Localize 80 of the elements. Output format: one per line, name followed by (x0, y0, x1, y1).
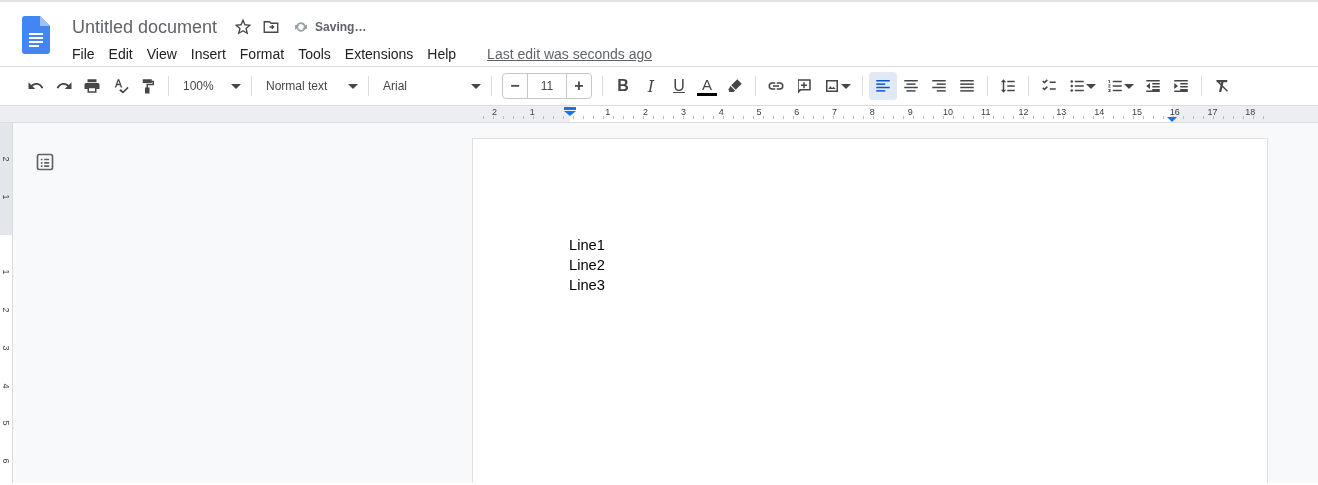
bold-button[interactable]: B (609, 72, 637, 100)
document-logo-icon (22, 16, 50, 54)
line-spacing-icon (999, 77, 1017, 95)
document-title[interactable]: Untitled document (72, 16, 218, 38)
ruler-number: 8 (868, 106, 876, 117)
ruler-number: 1 (528, 106, 536, 117)
ruler-number: 4 (717, 106, 725, 117)
ruler-number: 2 (642, 106, 650, 117)
ruler-number: 16 (1168, 106, 1181, 117)
outline-list-icon (35, 152, 55, 172)
ruler-number: 2 (1, 307, 11, 313)
ruler-number: 6 (1, 458, 11, 464)
star-icon (234, 18, 253, 36)
menu-item[interactable]: Help (427, 46, 464, 62)
zoom-dropdown[interactable]: 100% (175, 72, 245, 100)
menu-item[interactable]: Edit (108, 46, 140, 62)
indent-marker-icon[interactable] (564, 107, 576, 116)
clear-formatting-icon (1213, 77, 1231, 95)
ruler-number: 5 (1, 420, 11, 426)
align-left-button[interactable] (869, 72, 897, 100)
ruler-number: 1 (1, 269, 11, 275)
italic-button[interactable]: I (637, 72, 665, 100)
ruler-number: 4 (1, 383, 11, 389)
align-center-icon (902, 77, 920, 95)
ruler-number: 5 (755, 106, 763, 117)
ruler-number: 18 (1244, 106, 1257, 117)
align-right-icon (930, 77, 948, 95)
underline-button[interactable]: U (665, 72, 693, 100)
menu-item[interactable]: Extensions (344, 46, 421, 62)
caret-icon (348, 81, 358, 91)
marker-pen-icon (726, 77, 744, 95)
sync-icon (293, 19, 310, 35)
folder-arrow-icon (262, 18, 281, 36)
printer-icon (83, 77, 101, 95)
ruler-number: 1 (1, 194, 11, 200)
ruler-number: 2 (1, 156, 11, 162)
text-line: Line1 (569, 236, 606, 255)
caret-icon (231, 81, 241, 91)
caret-icon (1124, 81, 1134, 91)
style-dropdown[interactable]: Normal text (258, 72, 362, 100)
font-dropdown[interactable]: Arial (375, 72, 485, 100)
increase-indent-icon (1172, 77, 1190, 95)
menu-item[interactable]: View (146, 46, 184, 62)
ruler-number: 14 (1093, 106, 1106, 117)
add-comment-icon (795, 77, 813, 95)
menu-item[interactable]: Insert (190, 46, 233, 62)
caret-icon (841, 81, 851, 91)
text-line: Line2 (569, 256, 606, 275)
numbered-list-icon (1106, 77, 1124, 95)
ruler-number: 13 (1055, 106, 1068, 117)
text-color-button[interactable]: A (693, 72, 721, 100)
ruler-number: 17 (1206, 106, 1219, 117)
font-size-field[interactable]: 11 (527, 74, 567, 98)
text-line: Line3 (569, 276, 606, 295)
ruler-number: 15 (1130, 106, 1143, 117)
ruler-number: 3 (1, 345, 11, 351)
ruler-number: 10 (941, 106, 954, 117)
decrease-size-button[interactable]: − (503, 74, 527, 98)
bullet-list-icon (1068, 77, 1086, 95)
ruler-number: 7 (831, 106, 839, 117)
ruler-number: 2 (490, 106, 498, 117)
image-icon (823, 77, 841, 95)
save-status: Saving… (315, 20, 367, 34)
ruler-number: 12 (1017, 106, 1030, 117)
ruler-number: 6 (793, 106, 801, 117)
last-edit-link[interactable]: Last edit was seconds ago (487, 46, 653, 62)
justify-icon (958, 77, 976, 95)
increase-size-button[interactable]: + (567, 74, 591, 98)
ruler-number: 1 (604, 106, 612, 117)
menu-item[interactable]: File (72, 46, 102, 62)
caret-icon (471, 81, 481, 91)
menu-item[interactable]: Format (239, 46, 292, 62)
ruler-number: 3 (679, 106, 687, 117)
caret-icon (1086, 81, 1096, 91)
decrease-indent-icon (1144, 77, 1162, 95)
ruler-number: 9 (906, 106, 914, 117)
menu-item[interactable]: Tools (298, 46, 338, 62)
ruler-number: 11 (980, 106, 992, 117)
color-bar (697, 92, 717, 96)
align-left-icon (874, 77, 892, 95)
